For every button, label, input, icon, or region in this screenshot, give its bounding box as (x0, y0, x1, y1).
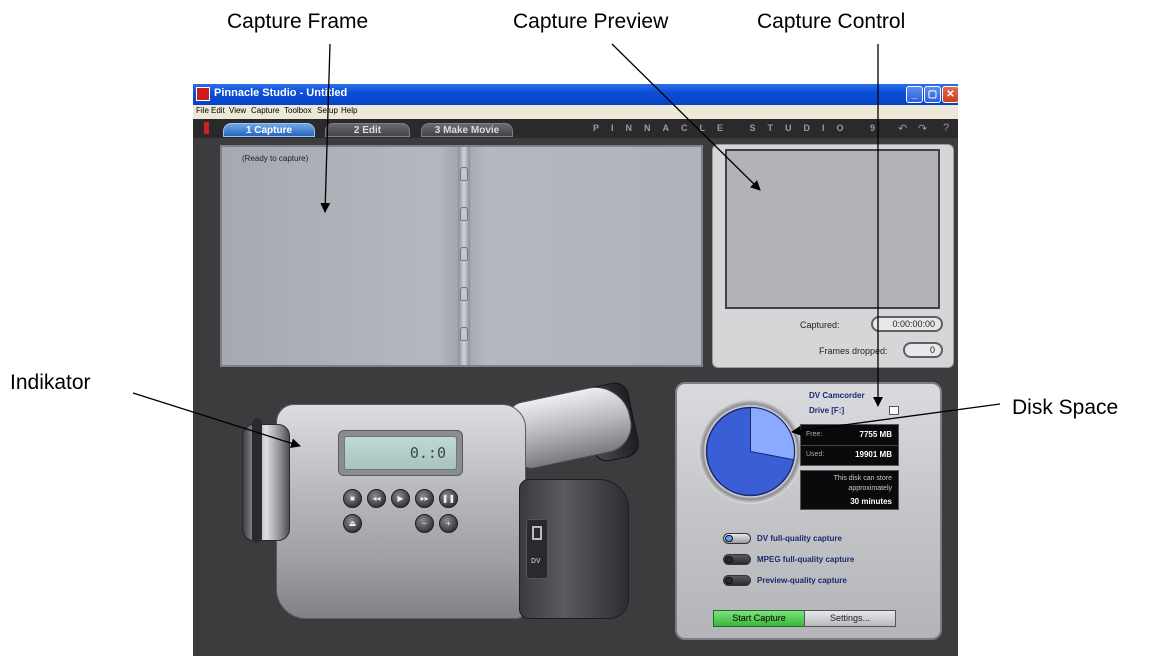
title-bar[interactable]: Pinnacle Studio - Untitled _ ▢ ✕ (193, 84, 958, 105)
start-capture-button[interactable]: Start Capture (713, 610, 805, 627)
menu-capture[interactable]: Capture (251, 106, 279, 115)
shuttle-back-button[interactable]: − (415, 514, 434, 533)
menu-view[interactable]: View (229, 106, 246, 115)
pause-button[interactable]: ❚❚ (439, 489, 458, 508)
callout-capture-frame: Capture Frame (227, 10, 369, 33)
callout-capture-control: Capture Control (757, 10, 906, 33)
fast-forward-button[interactable]: ▸▸ (415, 489, 434, 508)
dv-quality-label[interactable]: DV full-quality capture (757, 534, 842, 543)
captured-counter: 0:00:00:00 (871, 316, 943, 332)
drive-label: Drive [F:] (809, 406, 845, 415)
help-icon[interactable]: ? (943, 122, 949, 134)
menu-bar: File Edit View Capture Toolbox Setup Hel… (193, 105, 958, 119)
album-ring (460, 207, 468, 221)
disk-space-pie (705, 406, 796, 497)
preview-quality-label[interactable]: Preview-quality capture (757, 576, 847, 585)
capture-control-panel: DV Camcorder Drive [F:] Free: 7755 MB Us… (675, 382, 942, 640)
stats-divider (801, 445, 898, 446)
disk-free-slice (750, 406, 795, 461)
camcorder-control: 0.:0 ■ ◂◂ ▶ ▸▸ ❚❚ ⏏ − + DV (236, 380, 646, 619)
album-status: (Ready to capture) (242, 154, 309, 163)
settings-button[interactable]: Settings... (804, 610, 896, 627)
menu-help[interactable]: Help (341, 106, 357, 115)
rewind-button[interactable]: ◂◂ (367, 489, 386, 508)
brand-logo: PINNACLE STUDIO 9 (593, 123, 888, 133)
play-button[interactable]: ▶ (391, 489, 410, 508)
stop-button[interactable]: ■ (343, 489, 362, 508)
tab-edit[interactable]: 2 Edit (325, 123, 410, 137)
lcd-screen: 0.:0 (344, 436, 457, 470)
capture-preview-panel: Captured: 0:00:00:00 Frames dropped: 0 (712, 144, 954, 368)
captured-label: Captured: (800, 320, 840, 330)
lens-ring (252, 418, 262, 543)
toggle-knob (725, 556, 733, 563)
flag-icon (204, 122, 209, 134)
dv-port: DV (526, 519, 548, 579)
capacity-box: This disk can store approximately 30 min… (800, 470, 899, 510)
app-window: Pinnacle Studio - Untitled _ ▢ ✕ File Ed… (193, 84, 958, 656)
used-value: 19901 MB (855, 450, 892, 459)
toggle-knob (725, 535, 733, 542)
mpeg-quality-toggle[interactable] (723, 554, 751, 565)
menu-file[interactable]: File (196, 106, 209, 115)
camcorder-lens (242, 424, 290, 541)
callout-capture-preview: Capture Preview (513, 10, 669, 33)
disk-space-gauge (698, 399, 803, 504)
free-value: 7755 MB (859, 430, 892, 439)
menu-setup[interactable]: Setup (317, 106, 338, 115)
tab-make-movie[interactable]: 3 Make Movie (421, 123, 513, 137)
window-title: Pinnacle Studio - Untitled (214, 87, 348, 99)
capture-album[interactable]: (Ready to capture) (220, 145, 703, 367)
redo-icon[interactable]: ↷ (918, 122, 927, 135)
frames-dropped-label: Frames dropped: (819, 346, 888, 356)
app-icon (196, 87, 210, 101)
dv-quality-toggle[interactable] (723, 533, 751, 544)
capacity-time: 30 minutes (850, 497, 892, 506)
drive-select-button[interactable] (889, 406, 899, 415)
lcd-text: 0.:0 (409, 444, 446, 462)
close-button[interactable]: ✕ (942, 86, 958, 103)
album-ring (460, 247, 468, 261)
menu-edit[interactable]: Edit (211, 106, 225, 115)
callout-disk-space: Disk Space (1012, 396, 1119, 419)
frames-dropped-counter: 0 (903, 342, 943, 358)
shuttle-forward-button[interactable]: + (439, 514, 458, 533)
minimize-button[interactable]: _ (906, 86, 923, 103)
capacity-text-1: This disk can store (833, 475, 892, 482)
undo-icon[interactable]: ↶ (898, 122, 907, 135)
capacity-text-2: approximately (848, 485, 892, 492)
source-label: DV Camcorder (809, 391, 865, 400)
album-ring (460, 327, 468, 341)
preview-screen (725, 149, 940, 309)
used-label: Used: (806, 451, 825, 458)
eject-button[interactable]: ⏏ (343, 514, 362, 533)
mode-tab-bar: 1 Capture 2 Edit 3 Make Movie PINNACLE S… (193, 119, 958, 138)
free-label: Free: (806, 431, 823, 438)
album-ring (460, 167, 468, 181)
mpeg-quality-label[interactable]: MPEG full-quality capture (757, 555, 854, 564)
menu-toolbox[interactable]: Toolbox (284, 106, 312, 115)
maximize-button[interactable]: ▢ (924, 86, 941, 103)
disk-stats-box: Free: 7755 MB Used: 19901 MB (800, 424, 899, 466)
indicator-display: 0.:0 (338, 430, 463, 476)
album-ring (460, 287, 468, 301)
toggle-knob (725, 577, 733, 584)
firewire-icon (532, 526, 542, 540)
dv-label: DV (531, 558, 541, 565)
preview-quality-toggle[interactable] (723, 575, 751, 586)
callout-indikator: Indikator (10, 371, 91, 394)
tab-capture[interactable]: 1 Capture (223, 123, 315, 137)
